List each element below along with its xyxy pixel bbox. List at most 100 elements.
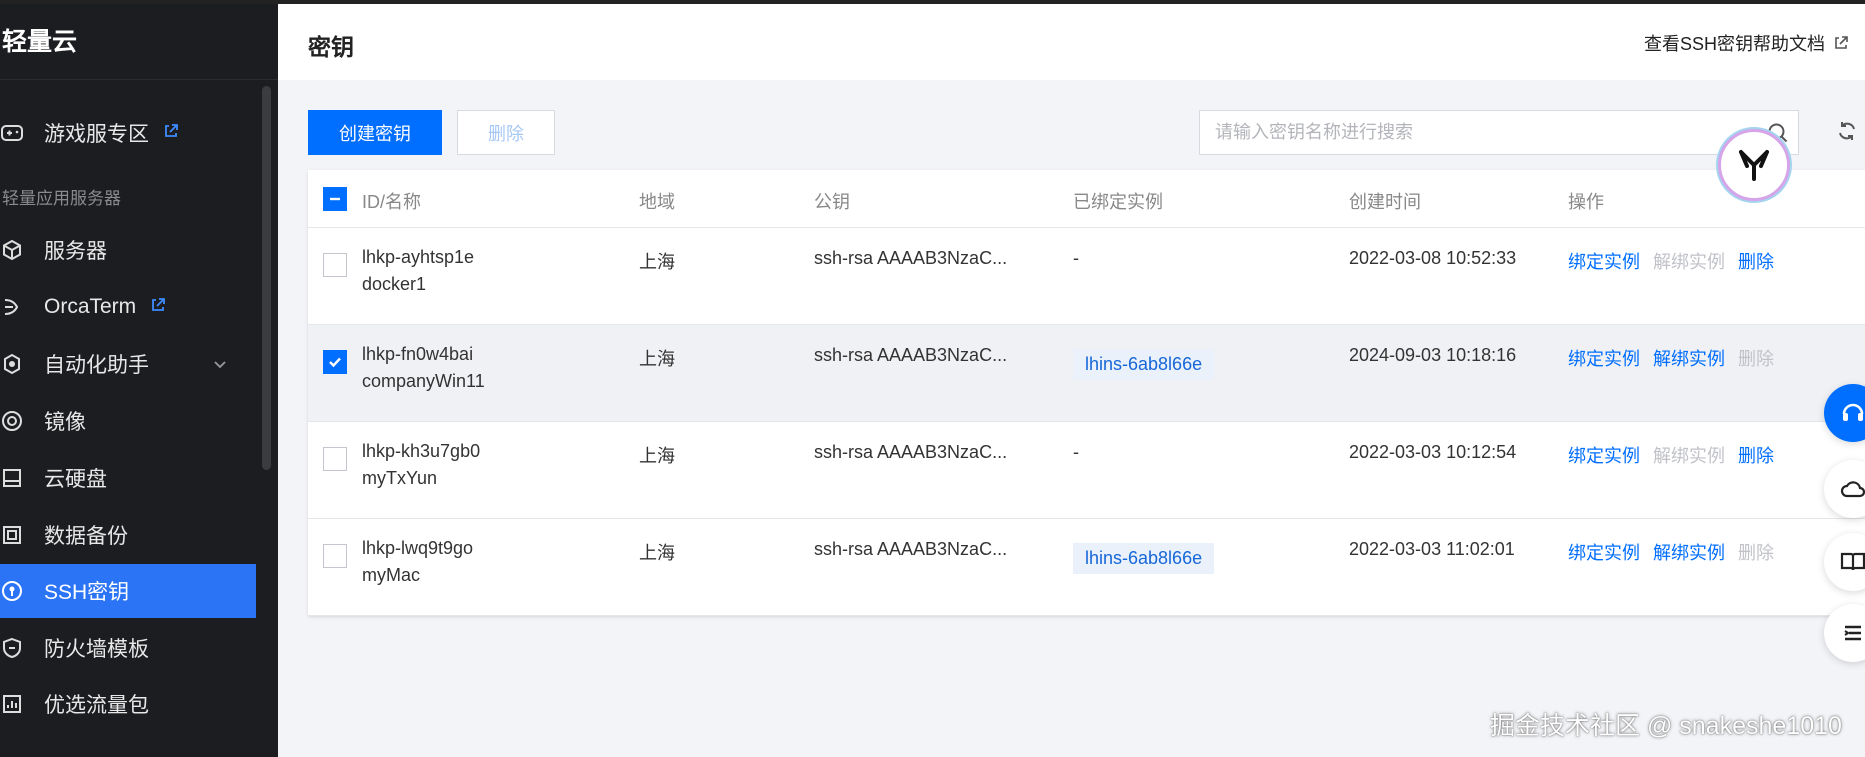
instance-tag[interactable]: lhins-6ab8l66e	[1073, 349, 1215, 380]
key-id-cell: lhkp-kh3u7gb0 myTxYun	[362, 438, 480, 492]
sidebar-item-label: 防火墙模板	[44, 638, 149, 661]
sidebar-item-label: OrcaTerm	[44, 295, 137, 318]
assistant-badge-icon[interactable]	[1718, 129, 1790, 201]
table-row: lhkp-kh3u7gb0 myTxYun 上海 ssh-rsa AAAAB3N…	[308, 422, 1865, 519]
created-cell: 2022-03-03 10:12:54	[1349, 442, 1517, 462]
sidebar-item-label: 云硬盘	[44, 468, 107, 491]
sidebar-item-disk[interactable]: 云硬盘	[0, 451, 256, 505]
created-cell: 2024-09-03 10:18:16	[1349, 345, 1517, 365]
sidebar-group-label: 轻量应用服务器	[2, 189, 121, 208]
unbind-instance-link[interactable]: 解绑实例	[1653, 345, 1725, 371]
automation-icon	[0, 352, 24, 376]
table-row: lhkp-lwq9t9go myMac 上海 ssh-rsa AAAAB3Nza…	[308, 519, 1865, 616]
key-table: ID/名称 地域 公钥 已绑定实例 创建时间 操作 lhkp-ayhtsp1e …	[308, 170, 1865, 616]
pubkey-cell: ssh-rsa AAAAB3NzaC...	[814, 539, 1008, 559]
column-header-id[interactable]: ID/名称	[362, 188, 421, 214]
sidebar-item-label: 镜像	[44, 411, 86, 434]
create-key-button[interactable]: 创建密钥	[308, 110, 442, 155]
key-id-cell: lhkp-ayhtsp1e docker1	[362, 244, 474, 298]
key-id[interactable]: lhkp-fn0w4bai	[362, 341, 485, 368]
delete-link[interactable]: 删除	[1738, 442, 1774, 468]
key-id-cell: lhkp-fn0w4bai companyWin11	[362, 341, 485, 395]
unbind-instance-link[interactable]: 解绑实例	[1653, 442, 1725, 468]
sidebar-item-traffic[interactable]: 优选流量包	[0, 677, 256, 731]
sidebar-item-backup[interactable]: 数据备份	[0, 508, 256, 562]
region-cell: 上海	[639, 349, 675, 369]
sidebar: 轻量云 游戏服专区 轻量应用服务器 服务器 OrcaTerm 自动化助手 镜像 …	[0, 0, 278, 757]
table-row: lhkp-ayhtsp1e docker1 上海 ssh-rsa AAAAB3N…	[308, 228, 1865, 325]
unbind-instance-link[interactable]: 解绑实例	[1653, 248, 1725, 274]
sidebar-item-firewall[interactable]: 防火墙模板	[0, 621, 256, 675]
row-checkbox[interactable]	[323, 544, 347, 568]
delete-link[interactable]: 删除	[1738, 539, 1774, 565]
row-checkbox[interactable]	[323, 253, 347, 277]
unbind-instance-link[interactable]: 解绑实例	[1653, 539, 1725, 565]
bind-instance-link[interactable]: 绑定实例	[1568, 345, 1640, 371]
refresh-icon[interactable]	[1836, 120, 1858, 147]
sidebar-item-label: 游戏服专区	[44, 123, 149, 146]
delete-link[interactable]: 删除	[1738, 345, 1774, 371]
instance-cell: -	[1073, 442, 1079, 462]
sidebar-item-server[interactable]: 服务器	[0, 223, 256, 277]
external-link-icon	[1835, 36, 1848, 49]
bind-instance-link[interactable]: 绑定实例	[1568, 442, 1640, 468]
page-title: 密钥	[308, 34, 354, 60]
sidebar-item-label: 优选流量包	[44, 694, 149, 717]
row-checkbox[interactable]	[323, 447, 347, 471]
delete-link[interactable]: 删除	[1738, 248, 1774, 274]
instance-cell: -	[1073, 248, 1079, 268]
created-cell: 2022-03-08 10:52:33	[1349, 248, 1517, 268]
key-name: companyWin11	[362, 371, 485, 391]
image-icon	[0, 409, 24, 433]
pubkey-cell: ssh-rsa AAAAB3NzaC...	[814, 345, 1008, 365]
chevron-down-icon[interactable]	[212, 354, 228, 378]
sidebar-item-game[interactable]: 游戏服专区	[0, 106, 256, 160]
cube-icon	[0, 238, 24, 262]
bind-instance-link[interactable]: 绑定实例	[1568, 248, 1640, 274]
terminal-icon	[0, 295, 24, 319]
region-cell: 上海	[639, 543, 675, 563]
pubkey-cell: ssh-rsa AAAAB3NzaC...	[814, 248, 1008, 268]
sidebar-item-automation[interactable]: 自动化助手	[0, 337, 256, 391]
disk-icon	[0, 466, 24, 490]
watermark-text: 掘金技术社区 @ snakeshe1010	[1490, 712, 1842, 740]
sidebar-scrollbar[interactable]	[262, 86, 271, 470]
help-doc-link[interactable]: 查看SSH密钥帮助文档	[1644, 30, 1849, 56]
created-cell: 2022-03-03 11:02:01	[1349, 539, 1515, 559]
delete-button[interactable]: 删除	[457, 110, 555, 155]
sidebar-item-label: SSH密钥	[44, 581, 130, 604]
backup-icon	[0, 523, 24, 547]
bind-instance-link[interactable]: 绑定实例	[1568, 539, 1640, 565]
key-name: myMac	[362, 565, 420, 585]
key-id[interactable]: lhkp-ayhtsp1e	[362, 244, 474, 271]
help-link-label: 查看SSH密钥帮助文档	[1643, 34, 1825, 54]
region-cell: 上海	[639, 252, 675, 272]
select-all-checkbox[interactable]	[323, 187, 347, 211]
search-input[interactable]	[1200, 122, 1758, 143]
page-header: 密钥 查看SSH密钥帮助文档	[278, 0, 1865, 80]
external-link-icon	[150, 295, 166, 319]
key-name: myTxYun	[362, 468, 438, 488]
instance-tag[interactable]: lhins-6ab8l66e	[1073, 543, 1215, 574]
column-header-created[interactable]: 创建时间	[1349, 188, 1421, 214]
column-header-region[interactable]: 地域	[639, 188, 675, 214]
shield-icon	[0, 636, 24, 660]
key-id[interactable]: lhkp-kh3u7gb0	[362, 438, 480, 465]
table-row: lhkp-fn0w4bai companyWin11 上海 ssh-rsa AA…	[308, 325, 1865, 422]
traffic-icon	[0, 692, 24, 716]
key-icon	[0, 579, 24, 603]
row-checkbox[interactable]	[323, 350, 347, 374]
column-header-instance[interactable]: 已绑定实例	[1073, 188, 1163, 214]
column-header-actions: 操作	[1568, 192, 1604, 212]
sidebar-item-ssh-key[interactable]: SSH密钥	[0, 564, 256, 618]
key-name: docker1	[362, 274, 427, 294]
column-header-pubkey[interactable]: 公钥	[814, 188, 850, 214]
sidebar-item-image[interactable]: 镜像	[0, 394, 256, 448]
key-id[interactable]: lhkp-lwq9t9go	[362, 535, 473, 562]
region-cell: 上海	[639, 446, 675, 466]
key-id-cell: lhkp-lwq9t9go myMac	[362, 535, 473, 589]
top-border	[0, 0, 1865, 4]
sidebar-item-orcaterm[interactable]: OrcaTerm	[0, 280, 256, 334]
table-header: ID/名称 地域 公钥 已绑定实例 创建时间 操作	[308, 170, 1865, 228]
external-link-icon	[163, 121, 179, 145]
